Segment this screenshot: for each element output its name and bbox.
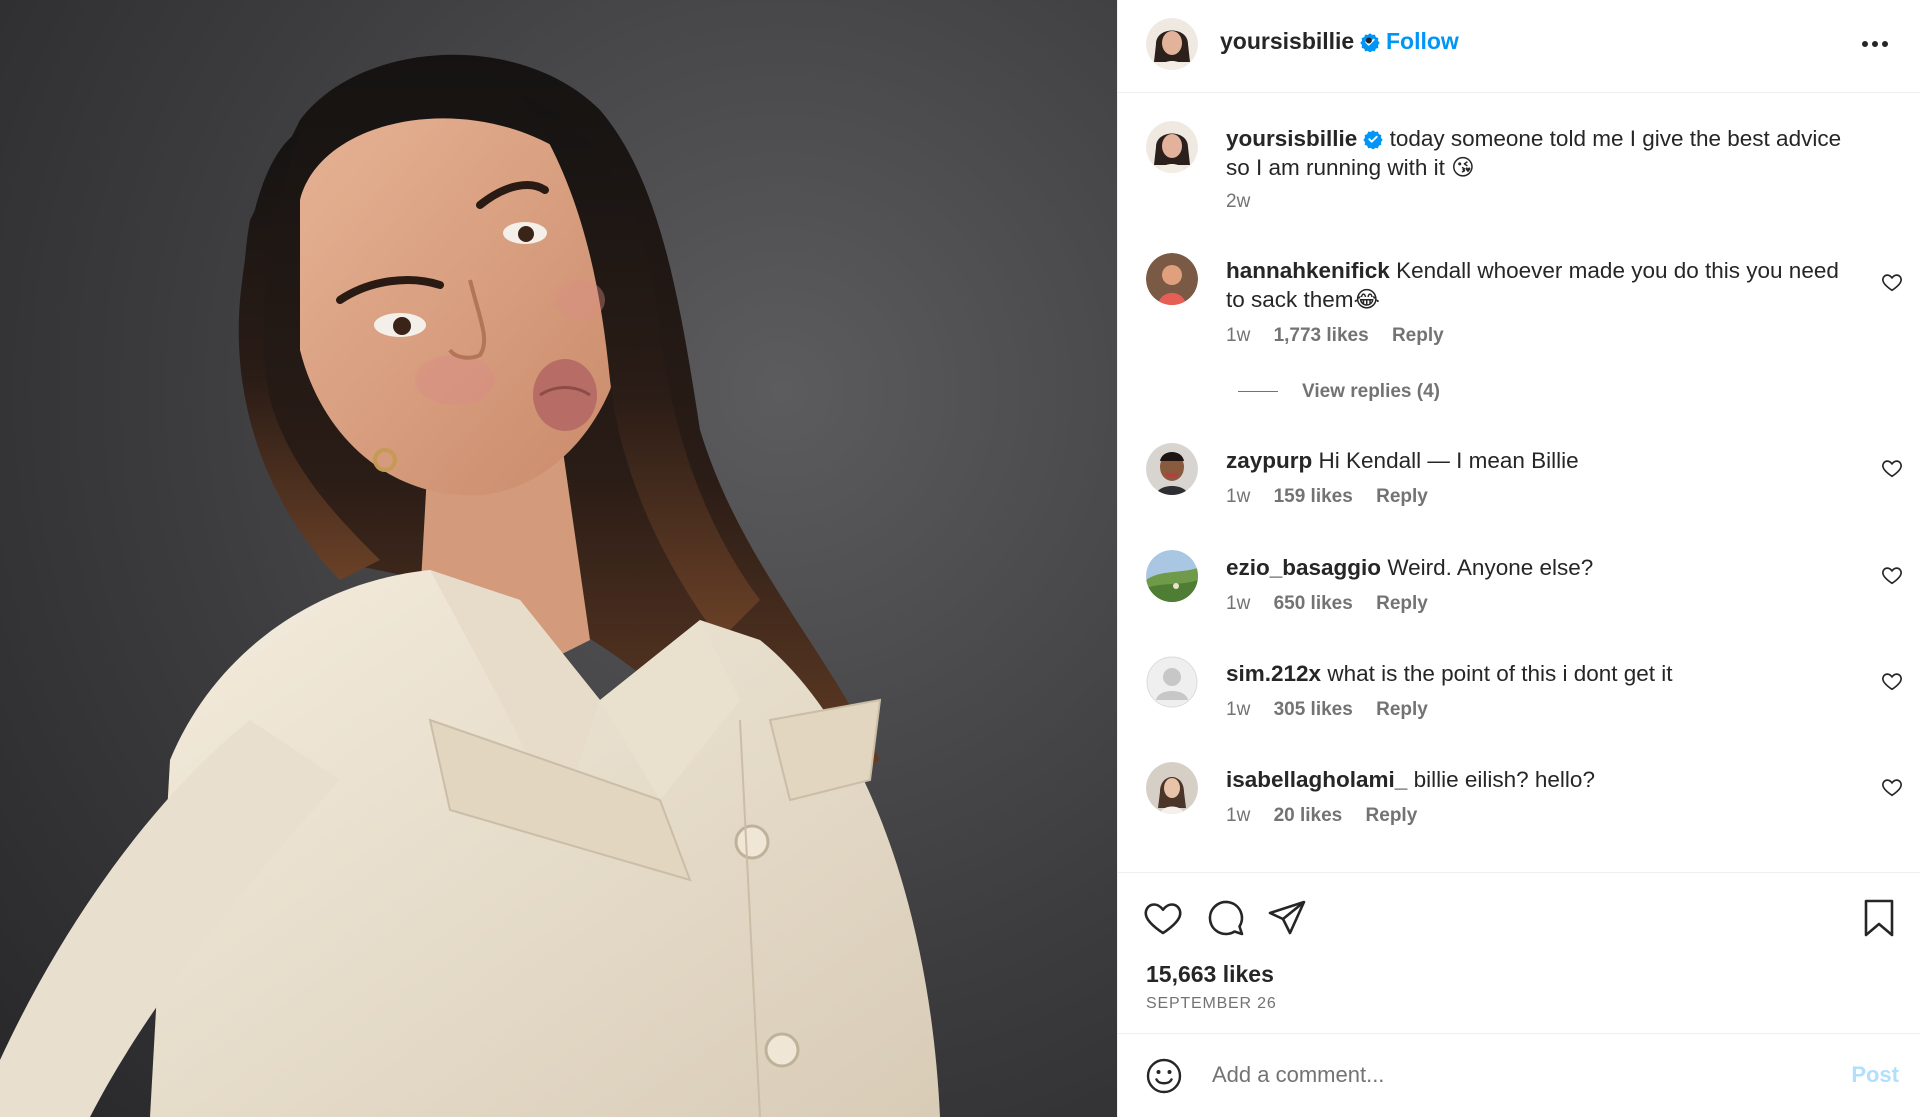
comment-username[interactable]: zaypurp (1226, 448, 1312, 473)
comment-likes[interactable]: 20 likes (1274, 805, 1343, 826)
commenter-avatar[interactable] (1146, 550, 1198, 602)
reply-button[interactable]: Reply (1366, 805, 1418, 826)
commenter-avatar[interactable] (1146, 253, 1198, 305)
comment-body: Weird. Anyone else? (1387, 555, 1594, 580)
comment-like-heart-icon[interactable] (1881, 271, 1903, 293)
caption-text: yoursisbillie today someone told me I gi… (1226, 124, 1856, 182)
commenter-avatar[interactable] (1146, 443, 1198, 495)
commenter-avatar[interactable] (1146, 762, 1198, 814)
comment-username[interactable]: hannahkenifick (1226, 258, 1390, 283)
comment-meta: 1w 650 likes Reply (1226, 593, 1446, 615)
comment-text: sim.212x what is the point of this i don… (1226, 659, 1856, 688)
comment-username[interactable]: isabellagholami_ (1226, 767, 1407, 792)
comment-like-heart-icon[interactable] (1881, 457, 1903, 479)
comment-body: Hi Kendall — I mean Billie (1318, 448, 1579, 473)
emoji-icon[interactable] (1144, 1056, 1184, 1096)
caption-avatar[interactable] (1146, 121, 1198, 173)
comment-likes[interactable]: 1,773 likes (1274, 325, 1369, 346)
comment-likes[interactable]: 650 likes (1274, 593, 1353, 614)
post-likes-count[interactable]: 15,663 likes (1146, 961, 1274, 988)
heart-icon[interactable] (1142, 897, 1184, 939)
view-replies-label[interactable]: View replies (4) (1302, 381, 1440, 402)
reply-button[interactable]: Reply (1376, 699, 1428, 720)
comment-text: hannahkenifick Kendall whoever made you … (1226, 256, 1856, 314)
reply-button[interactable]: Reply (1376, 486, 1428, 507)
view-replies-line (1238, 391, 1278, 393)
comment-username[interactable]: sim.212x (1226, 661, 1321, 686)
verified-badge-icon (1363, 130, 1383, 149)
instagram-post-modal: yoursisbillie • Follow yoursisbillie tod… (0, 0, 1920, 1117)
post-sidebar: yoursisbillie • Follow yoursisbillie tod… (1117, 0, 1920, 1117)
caption-username[interactable]: yoursisbillie (1226, 126, 1357, 151)
comment-text: isabellagholami_ billie eilish? hello? (1226, 765, 1856, 794)
comment-icon[interactable] (1204, 897, 1246, 939)
share-icon[interactable] (1266, 897, 1308, 939)
comment-body: what is the point of this i dont get it (1327, 661, 1673, 686)
comment-likes[interactable]: 159 likes (1274, 486, 1353, 507)
comment-meta: 1w 1,773 likes Reply (1226, 325, 1462, 347)
comment-like-heart-icon[interactable] (1881, 670, 1903, 692)
reply-button[interactable]: Reply (1392, 325, 1444, 346)
comments-list[interactable]: yoursisbillie today someone told me I gi… (1118, 93, 1920, 873)
comment-like-heart-icon[interactable] (1881, 564, 1903, 586)
commenter-avatar[interactable] (1146, 656, 1198, 708)
comment-time: 1w (1226, 593, 1251, 614)
comment-like-heart-icon[interactable] (1881, 776, 1903, 798)
separator-dot: • (1365, 28, 1373, 53)
author-username[interactable]: yoursisbillie (1220, 28, 1380, 55)
more-horizontal-icon[interactable] (1855, 24, 1895, 64)
comment-text: ezio_basaggio Weird. Anyone else? (1226, 553, 1856, 582)
post-comment-button[interactable]: Post (1851, 1062, 1899, 1088)
portrait-photo (0, 0, 1117, 1117)
comment-time: 1w (1226, 486, 1251, 507)
comment-meta: 1w 305 likes Reply (1226, 699, 1446, 721)
add-comment-bar: Post (1118, 1033, 1920, 1117)
comment-input[interactable] (1210, 1054, 1814, 1096)
comment-likes[interactable]: 305 likes (1274, 699, 1353, 720)
comment-meta: 1w 20 likes Reply (1226, 805, 1435, 827)
follow-button[interactable]: Follow (1386, 28, 1459, 55)
post-actions: 15,663 likes SEPTEMBER 26 (1118, 872, 1920, 1034)
comment-time: 1w (1226, 805, 1251, 826)
post-photo (0, 0, 1117, 1117)
comment-text: zaypurp Hi Kendall — I mean Billie (1226, 446, 1856, 475)
comment-time: 1w (1226, 325, 1251, 346)
author-username-text[interactable]: yoursisbillie (1220, 28, 1354, 54)
comment-time: 1w (1226, 699, 1251, 720)
caption-time: 2w (1226, 191, 1251, 212)
caption-meta: 2w (1226, 191, 1268, 213)
reply-button[interactable]: Reply (1376, 593, 1428, 614)
comment-username[interactable]: ezio_basaggio (1226, 555, 1381, 580)
comment-meta: 1w 159 likes Reply (1226, 486, 1446, 508)
comment-body: billie eilish? hello? (1413, 767, 1595, 792)
view-replies-button[interactable]: View replies (4) (1238, 381, 1440, 403)
post-header: yoursisbillie • Follow (1118, 0, 1920, 93)
bookmark-icon[interactable] (1858, 897, 1900, 939)
author-avatar[interactable] (1146, 18, 1198, 70)
post-date: SEPTEMBER 26 (1146, 995, 1277, 1012)
